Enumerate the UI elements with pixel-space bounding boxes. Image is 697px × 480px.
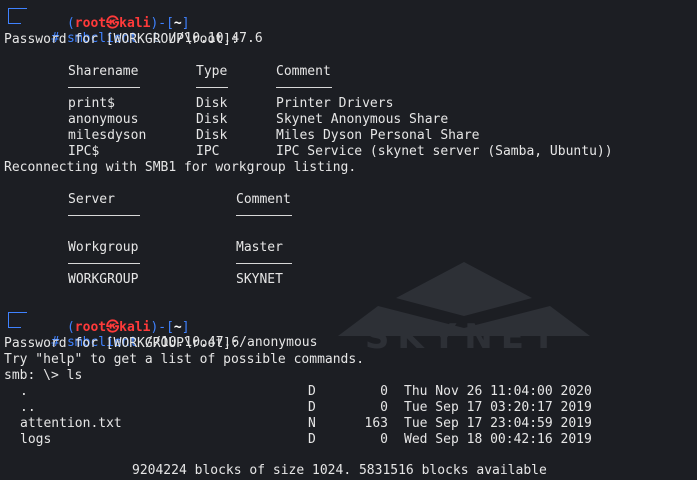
help-hint: Try "help" to get a list of possible com… (4, 352, 365, 367)
workgroup-row-master: SKYNET (236, 272, 283, 287)
server-header-comment: Comment (236, 192, 291, 207)
ls-entry-size: 163 (364, 416, 388, 431)
workgroup-header-workgroup: Workgroup (68, 240, 139, 255)
share-header-underline-1 (68, 87, 140, 88)
password-prompt-2: Password for [WORKGROUP\root]: (4, 336, 239, 351)
share-row-name: anonymous (68, 112, 139, 127)
prompt-2-command-line: # smbclient //10.10.47.6/anonymous (51, 335, 318, 350)
password-prompt-1: Password for [WORKGROUP\root]: (4, 32, 239, 47)
ls-entry-name: .. (20, 400, 36, 415)
ls-entry-attr: N (308, 416, 316, 431)
terminal-window[interactable]: SKYNET (root㉿kali)-[~] # smbclient -L //… (0, 0, 697, 480)
share-row-comment: Miles Dyson Personal Share (276, 128, 480, 143)
smb-prompt-command[interactable]: smb: \> ls (4, 368, 82, 384)
workgroup-header-master: Master (236, 240, 283, 255)
ls-entry-date: Thu Nov 26 11:04:00 2020 (404, 384, 592, 399)
share-row-name: print$ (68, 96, 115, 111)
share-row-type: Disk (196, 128, 228, 143)
share-row-name: IPC$ (68, 144, 100, 159)
workgroup-header-underline-2 (236, 263, 292, 264)
share-row-comment: Skynet Anonymous Share (276, 112, 449, 127)
workgroup-header-underline-1 (68, 263, 140, 264)
watermark-text: SKYNET (365, 317, 563, 354)
ls-entry-size: 0 (380, 384, 388, 399)
share-row-type: Disk (196, 96, 228, 111)
share-row-comment: IPC Service (skynet server (Samba, Ubunt… (276, 144, 613, 159)
ls-entry-date: Wed Sep 18 00:42:16 2019 (404, 432, 592, 447)
skynet-logo-watermark: SKYNET (338, 262, 590, 354)
ls-entry-attr: D (308, 432, 316, 447)
share-row-comment: Printer Drivers (276, 96, 394, 111)
server-header-underline-1 (68, 215, 140, 216)
ls-entry-name: . (20, 384, 28, 399)
prompt-2-header: (root㉿kali)-[~] (66, 320, 190, 335)
share-row-name: milesdyson (68, 128, 147, 143)
ls-entry-name: logs (20, 432, 52, 447)
server-header-underline-2 (236, 215, 292, 216)
ls-entry-attr: D (308, 384, 316, 399)
ls-entry-size: 0 (380, 400, 388, 415)
blocks-summary: 9204224 blocks of size 1024. 5831516 blo… (132, 463, 547, 478)
ls-entry-date: Tue Sep 17 23:04:59 2019 (404, 416, 592, 431)
reconnect-message: Reconnecting with SMB1 for workgroup lis… (4, 160, 357, 175)
server-header-server: Server (68, 192, 115, 207)
ls-entry-date: Tue Sep 17 03:20:17 2019 (404, 400, 592, 415)
share-header-underline-3 (276, 87, 332, 88)
ls-entry-name: attention.txt (20, 416, 122, 431)
workgroup-row-name: WORKGROUP (68, 272, 139, 287)
share-header-type: Type (196, 64, 228, 79)
prompt-1-command-line: # smbclient -L //10.10.47.6 (51, 31, 263, 46)
share-row-type: IPC (196, 144, 220, 159)
prompt-1-header: (root㉿kali)-[~] (66, 16, 190, 31)
share-row-type: Disk (196, 112, 228, 127)
ls-entry-size: 0 (380, 432, 388, 447)
share-header-underline-2 (196, 87, 228, 88)
ls-entry-attr: D (308, 400, 316, 415)
share-header-comment: Comment (276, 64, 331, 79)
share-header-sharename: Sharename (68, 64, 139, 79)
